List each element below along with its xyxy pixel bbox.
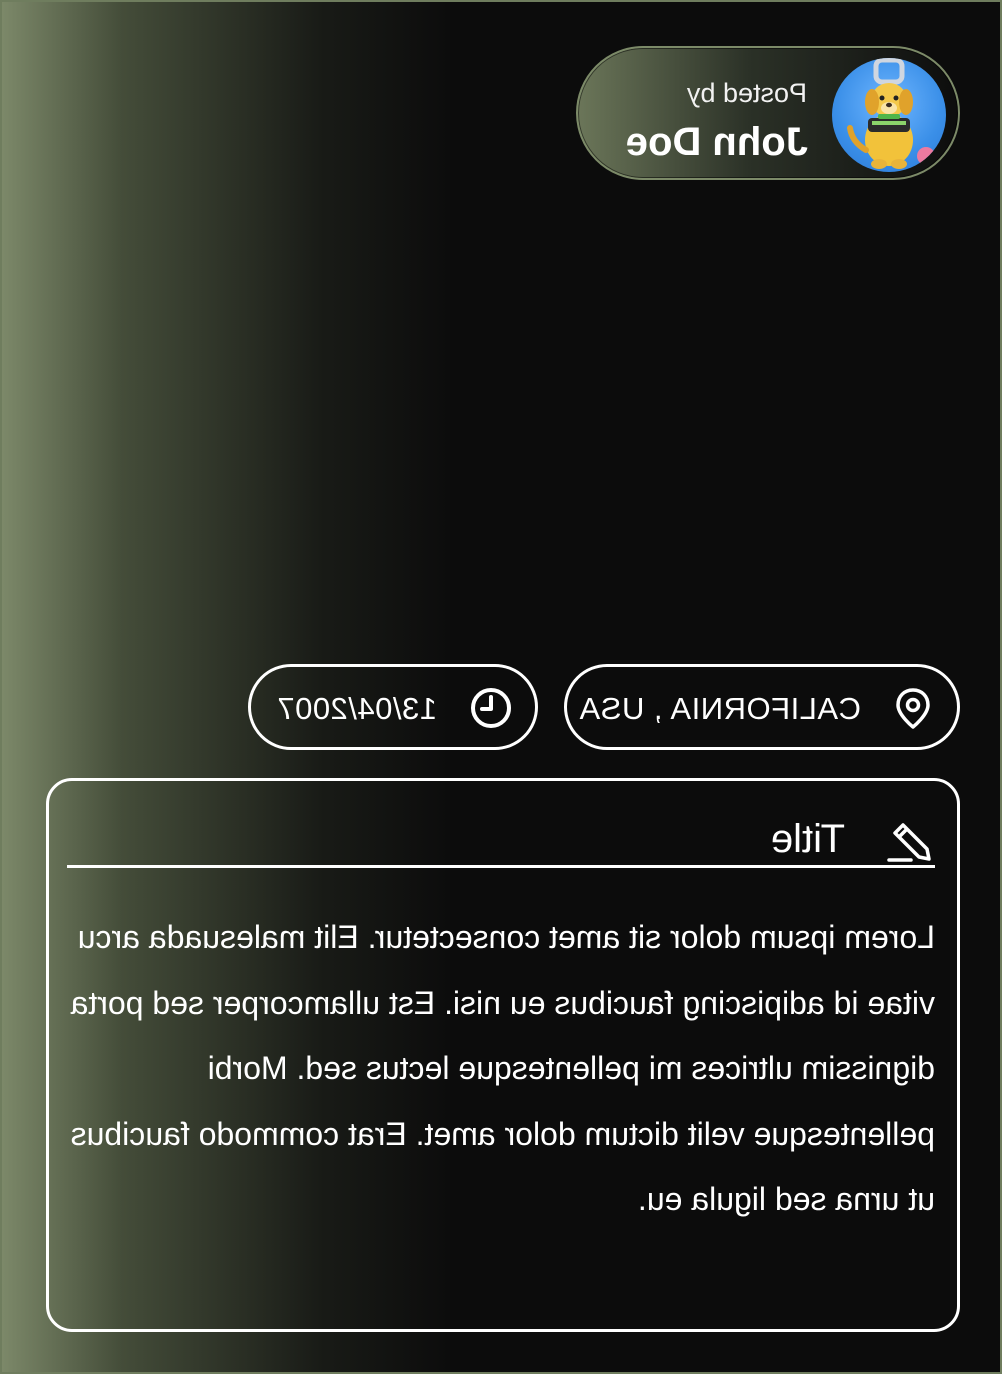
title-row: Title [75, 811, 935, 871]
location-chip[interactable]: CALIFORNIA , USA [564, 664, 960, 750]
post-card: Posted by John Doe CALIFORNIA , USA 13/0… [0, 0, 1002, 1374]
mirrored-content: Posted by John Doe CALIFORNIA , USA 13/0… [2, 2, 1000, 1372]
clock-icon [471, 688, 511, 728]
avatar[interactable] [832, 58, 946, 172]
post-content-box: Title Lorem ipsum dolor sit amet consect… [46, 778, 960, 1332]
posted-by-label: Posted by [686, 78, 807, 108]
date-chip[interactable]: 13/04/2007 [248, 664, 538, 750]
author-pill[interactable]: Posted by John Doe [576, 46, 960, 180]
author-name[interactable]: John Doe [626, 120, 808, 165]
pencil-icon[interactable] [887, 817, 933, 863]
post-title[interactable]: Title [771, 817, 845, 862]
title-divider [67, 865, 935, 868]
dog-avatar-icon [847, 58, 935, 169]
map-pin-icon [896, 688, 930, 729]
date-text: 13/04/2007 [276, 691, 437, 726]
location-text: CALIFORNIA , USA [579, 691, 861, 726]
post-body: Lorem ipsum dolor sit amet consectetur. … [70, 919, 935, 1217]
